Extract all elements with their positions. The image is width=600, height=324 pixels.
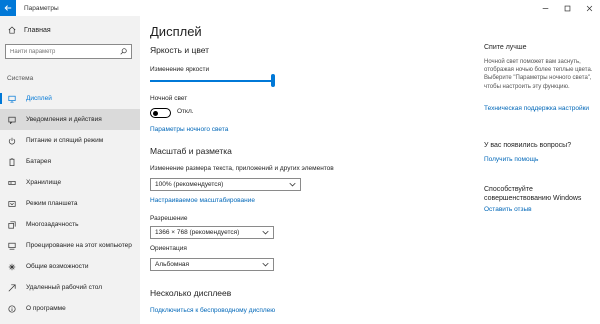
sidebar-item-label: Батарея [26, 158, 52, 165]
projecting-icon [8, 242, 16, 250]
resolution-label: Разрешение [150, 215, 188, 222]
sidebar-item-label: Проецирование на этот компьютер [26, 242, 132, 249]
multi-display-heading: Несколько дисплеев [150, 288, 232, 298]
custom-scaling-link[interactable]: Настраиваемое масштабирование [150, 197, 255, 204]
home-label: Главная [24, 26, 51, 34]
home-link[interactable]: Главная [8, 26, 51, 34]
main-content: Дисплей Яркость и цвет Изменение яркости… [140, 16, 480, 324]
brightness-slider-thumb[interactable] [271, 74, 275, 87]
sidebar-section-label: Система [7, 75, 34, 82]
title-bar: Параметры [0, 0, 600, 16]
multitasking-icon [8, 220, 16, 229]
feedback-link[interactable]: Оставить отзыв [484, 206, 594, 215]
sidebar-item-label: Многозадачность [26, 221, 79, 228]
back-button[interactable] [0, 0, 16, 16]
orientation-label: Ориентация [150, 245, 187, 252]
sidebar-item-label: Хранилище [26, 179, 62, 186]
search-input[interactable] [10, 48, 115, 55]
maximize-button[interactable] [556, 0, 578, 16]
sidebar-item-label: Общие возможности [26, 263, 89, 270]
night-light-label: Ночной свет [150, 95, 188, 102]
minimize-icon [542, 7, 548, 9]
sidebar-item-remote-desktop[interactable]: Удаленный рабочий стол [0, 277, 140, 298]
brightness-label: Изменение яркости [150, 66, 210, 73]
remote-desktop-icon [8, 283, 16, 292]
storage-icon [8, 179, 16, 187]
window-title: Параметры [24, 4, 59, 12]
chevron-down-icon [289, 182, 296, 187]
orientation-value: Альбомная [155, 261, 190, 268]
close-icon [586, 5, 592, 11]
sidebar-item-label: Режим планшета [26, 200, 78, 207]
tech-support-link[interactable]: Техническая поддержка настройки [484, 105, 594, 114]
sidebar-item-label: Питание и спящий режим [26, 137, 104, 144]
resolution-dropdown[interactable]: 1366 × 768 (рекомендуется) [150, 226, 274, 239]
close-button[interactable] [578, 0, 600, 16]
sidebar-item-notifications[interactable]: Уведомления и действия [0, 109, 140, 130]
night-light-settings-link[interactable]: Параметры ночного света [150, 126, 228, 133]
power-icon [8, 137, 16, 145]
sidebar-item-label: Уведомления и действия [26, 116, 102, 123]
sleep-better-text: Ночной свет поможет вам заснуть, отображ… [484, 59, 593, 90]
improve-windows-heading: Способствуйте совершенствованию Windows [484, 186, 582, 202]
monitor-icon [8, 95, 16, 103]
sidebar-nav: Дисплей Уведомления и действия Питание и… [0, 88, 140, 319]
get-help-link[interactable]: Получить помощь [484, 156, 594, 165]
window-controls [534, 0, 600, 16]
night-light-toggle[interactable] [150, 108, 171, 118]
page-title: Дисплей [150, 24, 202, 39]
questions-heading: У вас появились вопросы? [484, 142, 572, 149]
sidebar-item-battery[interactable]: Батарея [0, 151, 140, 172]
scale-label: Изменение размера текста, приложений и д… [150, 165, 334, 172]
related-panel: Спите лучше Ночной свет поможет вам засн… [484, 16, 600, 324]
tablet-icon [8, 200, 16, 208]
sidebar-item-tablet-mode[interactable]: Режим планшета [0, 193, 140, 214]
search-icon[interactable] [120, 48, 127, 55]
sidebar-item-power[interactable]: Питание и спящий режим [0, 130, 140, 151]
chevron-down-icon [262, 262, 269, 267]
resolution-value: 1366 × 768 (рекомендуется) [155, 229, 240, 236]
sidebar-item-label: Дисплей [26, 95, 52, 102]
info-icon [8, 304, 16, 313]
brightness-slider-track[interactable] [150, 80, 273, 82]
battery-icon [8, 157, 16, 166]
wireless-display-link[interactable]: Подключиться к беспроводному дисплею [150, 307, 275, 314]
home-icon [8, 26, 16, 34]
brightness-heading: Яркость и цвет [150, 45, 210, 55]
toggle-knob [153, 110, 158, 116]
sidebar-item-projecting[interactable]: Проецирование на этот компьютер [0, 235, 140, 256]
sleep-better-heading: Спите лучше [484, 44, 527, 51]
night-light-state: Откл. [177, 108, 194, 115]
chevron-down-icon [262, 230, 269, 235]
sidebar-item-about[interactable]: О программе [0, 298, 140, 319]
orientation-dropdown[interactable]: Альбомная [150, 258, 274, 271]
scale-heading: Масштаб и разметка [150, 146, 232, 156]
sidebar-item-label: Удаленный рабочий стол [26, 284, 103, 291]
minimize-button[interactable] [534, 0, 556, 16]
search-box[interactable] [5, 44, 132, 59]
sidebar-item-shared-experiences[interactable]: Общие возможности [0, 256, 140, 277]
back-arrow-icon [4, 5, 12, 11]
sidebar-item-storage[interactable]: Хранилище [0, 172, 140, 193]
scale-dropdown[interactable]: 100% (рекомендуется) [150, 178, 301, 191]
sidebar-item-display[interactable]: Дисплей [0, 88, 140, 109]
maximize-icon [564, 5, 570, 11]
sidebar-item-label: О программе [26, 305, 66, 312]
shared-experiences-icon [8, 263, 16, 271]
sidebar: Главная Система Дисплей Уведомления и де… [0, 16, 140, 324]
notifications-icon [8, 116, 16, 124]
sidebar-item-multitasking[interactable]: Многозадачность [0, 214, 140, 235]
scale-value: 100% (рекомендуется) [155, 181, 224, 188]
